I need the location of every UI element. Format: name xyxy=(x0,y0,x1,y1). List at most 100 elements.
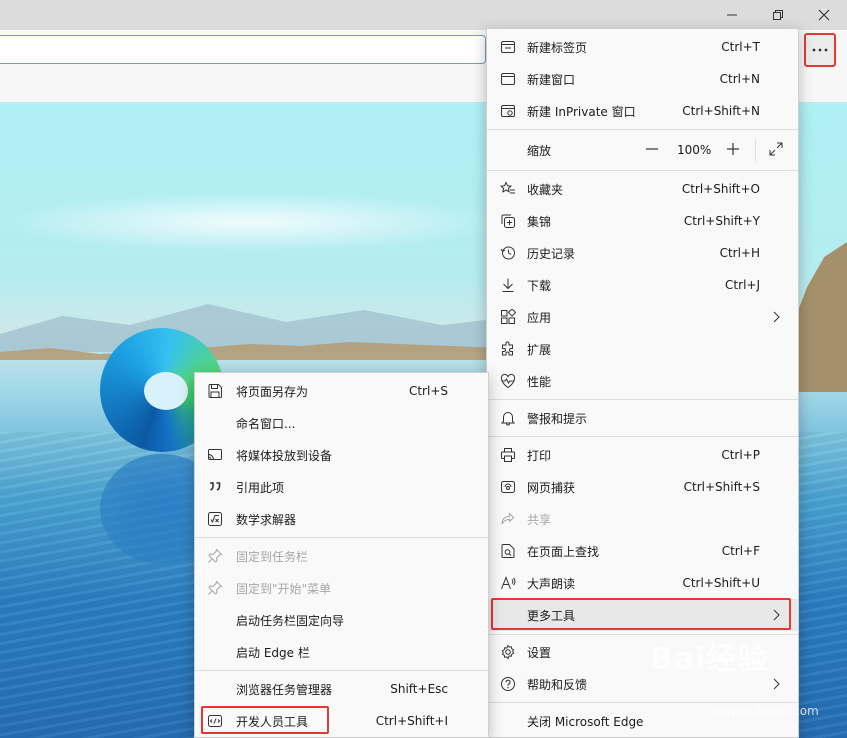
menu-item-web-capture[interactable]: 网页捕获 Ctrl+Shift+S xyxy=(487,471,798,503)
menu-item-label: 性能 xyxy=(527,374,552,389)
menu-item-find-on-page[interactable]: 在页面上查找 Ctrl+F xyxy=(487,535,798,567)
menu-item-label: 将媒体投放到设备 xyxy=(236,448,333,463)
favorites-icon xyxy=(498,179,518,199)
menu-item-label: 新建 InPrivate 窗口 xyxy=(527,104,636,119)
menu-item-collections[interactable]: 集锦 Ctrl+Shift+Y xyxy=(487,205,798,237)
watermark-url: jingyan.baidu.com xyxy=(708,704,819,718)
menu-item-label: 新建窗口 xyxy=(527,72,576,87)
menu-item-share: 共享 xyxy=(487,503,798,535)
menu-item-performance[interactable]: 性能 xyxy=(487,365,798,397)
help-icon xyxy=(498,674,518,694)
menu-item-alerts-and-tips[interactable]: 警报和提示 xyxy=(487,402,798,434)
gear-icon xyxy=(498,642,518,662)
more-dots-icon xyxy=(812,48,828,52)
apps-icon xyxy=(498,307,518,327)
menu-item-favorites[interactable]: 收藏夹 Ctrl+Shift+O xyxy=(487,173,798,205)
separator xyxy=(195,537,488,538)
more-tools-submenu: 将页面另存为 Ctrl+S 命名窗口... 将媒体投放到设备 引用此项 数学求解… xyxy=(194,372,489,738)
submenu-item-name-window[interactable]: 命名窗口... xyxy=(195,407,488,439)
separator xyxy=(487,129,798,130)
separator xyxy=(487,170,798,171)
menu-item-label: 设置 xyxy=(527,645,552,660)
menu-item-label: 大声朗读 xyxy=(527,576,576,591)
close-icon[interactable] xyxy=(801,0,847,30)
menu-item-new-tab[interactable]: 新建标签页 Ctrl+T xyxy=(487,31,798,63)
menu-item-shortcut: Ctrl+Shift+O xyxy=(681,182,760,196)
read-aloud-icon xyxy=(498,573,518,593)
menu-item-extensions[interactable]: 扩展 xyxy=(487,333,798,365)
menu-item-downloads[interactable]: 下载 Ctrl+J xyxy=(487,269,798,301)
menu-item-shortcut: Ctrl+N xyxy=(719,72,760,86)
menu-item-label: 将页面另存为 xyxy=(236,384,309,399)
baidu-watermark: Bai经验 jingyan.baidu.com xyxy=(650,632,847,738)
menu-item-shortcut: Ctrl+T xyxy=(721,40,760,54)
menu-item-label: 下载 xyxy=(527,278,552,293)
menu-item-label: 固定到"开始"菜单 xyxy=(236,581,332,596)
menu-item-label: 集锦 xyxy=(527,214,552,229)
save-icon xyxy=(205,381,225,401)
menu-item-label: 浏览器任务管理器 xyxy=(236,682,333,697)
submenu-item-pin-to-start: 固定到"开始"菜单 xyxy=(195,572,488,604)
submenu-item-pin-to-taskbar: 固定到任务栏 xyxy=(195,540,488,572)
find-icon xyxy=(498,541,518,561)
menu-item-shortcut: Ctrl+S xyxy=(408,384,448,398)
menu-item-shortcut: Ctrl+P xyxy=(721,448,760,462)
settings-and-more-button[interactable] xyxy=(804,33,836,67)
performance-icon xyxy=(498,371,518,391)
quote-icon xyxy=(205,477,225,497)
extensions-icon xyxy=(498,339,518,359)
menu-item-print[interactable]: 打印 Ctrl+P xyxy=(487,439,798,471)
menu-item-label: 应用 xyxy=(527,310,552,325)
menu-item-shortcut: Ctrl+Shift+S xyxy=(683,480,760,494)
submenu-item-math-solver[interactable]: 数学求解器 xyxy=(195,503,488,535)
address-bar[interactable] xyxy=(0,35,486,64)
menu-item-new-window[interactable]: 新建窗口 Ctrl+N xyxy=(487,63,798,95)
menu-item-label: 警报和提示 xyxy=(527,411,588,426)
submenu-item-taskbar-pin-wizard[interactable]: 启动任务栏固定向导 xyxy=(195,604,488,636)
submenu-item-cast-media[interactable]: 将媒体投放到设备 xyxy=(195,439,488,471)
submenu-item-launch-edge-bar[interactable]: 启动 Edge 栏 xyxy=(195,636,488,668)
new-tab-icon xyxy=(498,37,518,57)
submenu-item-save-page-as[interactable]: 将页面另存为 Ctrl+S xyxy=(195,375,488,407)
fullscreen-icon[interactable] xyxy=(768,141,784,157)
separator xyxy=(195,670,488,671)
menu-item-new-inprivate-window[interactable]: 新建 InPrivate 窗口 Ctrl+Shift+N xyxy=(487,95,798,127)
menu-item-read-aloud[interactable]: 大声朗读 Ctrl+Shift+U xyxy=(487,567,798,599)
pin-icon xyxy=(205,546,225,566)
mist xyxy=(0,192,500,252)
menu-item-label: 新建标签页 xyxy=(527,40,588,55)
web-capture-icon xyxy=(498,477,518,497)
menu-item-label: 历史记录 xyxy=(527,246,576,261)
menu-item-history[interactable]: 历史记录 Ctrl+H xyxy=(487,237,798,269)
menu-item-shortcut: Ctrl+Shift+N xyxy=(682,104,760,118)
menu-item-apps[interactable]: 应用 xyxy=(487,301,798,333)
collections-icon xyxy=(498,211,518,231)
menu-item-zoom: 缩放 100% xyxy=(487,134,798,166)
menu-item-label: 收藏夹 xyxy=(527,182,564,197)
math-solver-icon xyxy=(205,509,225,529)
zoom-in-button[interactable] xyxy=(725,141,741,157)
printer-icon xyxy=(498,445,518,465)
menu-item-shortcut: Ctrl+H xyxy=(719,246,760,260)
menu-item-label: 启动 Edge 栏 xyxy=(236,645,310,660)
pin-icon xyxy=(205,578,225,598)
menu-item-label: 网页捕获 xyxy=(527,480,576,495)
menu-item-label: 命名窗口... xyxy=(236,416,296,431)
zoom-level: 100% xyxy=(677,143,712,157)
download-icon xyxy=(498,275,518,295)
menu-item-shortcut: Shift+Esc xyxy=(390,682,448,696)
watermark-brand: Bai经验 xyxy=(650,642,769,677)
submenu-item-cite-this[interactable]: 引用此项 xyxy=(195,471,488,503)
menu-item-label: 数学求解器 xyxy=(236,512,297,527)
minimize-icon[interactable] xyxy=(709,0,755,30)
menu-item-shortcut: Ctrl+J xyxy=(725,278,760,292)
menu-item-label: 关闭 Microsoft Edge xyxy=(527,714,644,729)
menu-item-label: 共享 xyxy=(527,512,552,527)
submenu-item-browser-task-manager[interactable]: 浏览器任务管理器 Shift+Esc xyxy=(195,673,488,705)
new-window-icon xyxy=(498,69,518,89)
restore-icon[interactable] xyxy=(755,0,801,30)
inprivate-icon xyxy=(498,101,518,121)
menu-item-label: 固定到任务栏 xyxy=(236,549,309,564)
zoom-out-button[interactable] xyxy=(644,141,660,157)
menu-item-label: 在页面上查找 xyxy=(527,544,600,559)
